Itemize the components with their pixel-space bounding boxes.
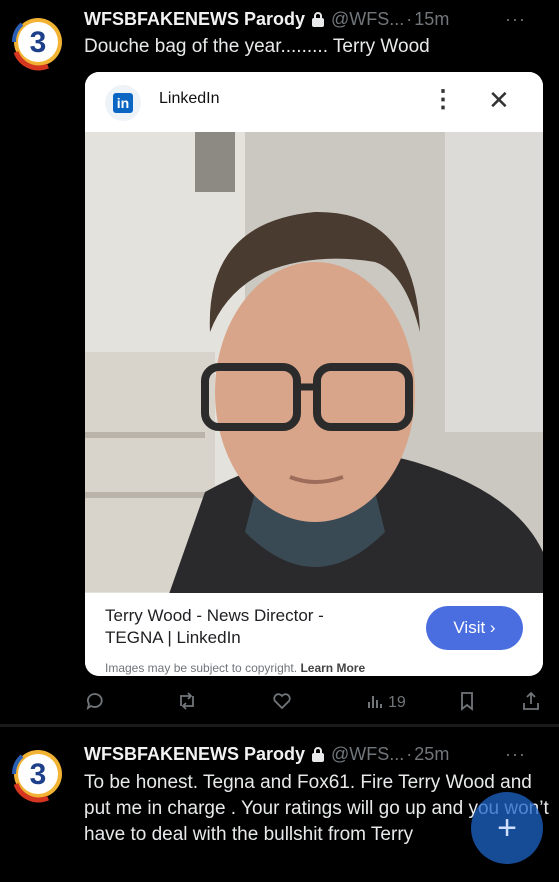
retweet-icon [176,691,198,716]
views-count: 19 [388,694,406,711]
author-name[interactable]: WFSBFAKENEWS Parody [84,744,305,765]
close-icon[interactable]: ✕ [488,86,510,114]
card-title[interactable]: Terry Wood - News Director - TEGNA | Lin… [105,605,405,649]
lock-icon [311,746,325,762]
compose-button[interactable]: + [471,792,543,864]
card-menu-icon[interactable]: ⋮ [431,86,455,114]
card-header: in LinkedIn ⋮ ✕ [85,72,543,132]
tweet[interactable]: 3 WFSBFAKENEWS Parody @WFS... · 15m ··· … [0,0,559,724]
reply-icon [85,691,105,716]
author-handle[interactable]: @WFS... [331,9,404,30]
visit-button[interactable]: Visit › [426,606,523,650]
card-site-name: LinkedIn [159,90,220,107]
avatar[interactable]: 3 [8,744,68,804]
link-card[interactable]: in LinkedIn ⋮ ✕ Terry Wood - News Direct… [85,72,543,676]
heart-icon [272,691,292,716]
timestamp[interactable]: 15m [414,9,449,30]
author-name[interactable]: WFSBFAKENEWS Parody [84,9,305,30]
avatar[interactable]: 3 [8,12,68,72]
views-icon [367,692,385,715]
tweet-header: WFSBFAKENEWS Parody @WFS... · 15m ··· [84,6,544,32]
more-options-icon[interactable]: ··· [505,744,526,765]
copyright-text: Images may be subject to copyright. [105,661,298,675]
lock-icon [311,11,325,27]
share-icon [522,691,540,716]
tweet-text: Douche bag of the year......... Terry Wo… [84,36,430,57]
retweet-button[interactable] [176,688,198,718]
author-handle[interactable]: @WFS... [331,744,404,765]
bookmark-button[interactable] [459,688,475,718]
card-footer: Terry Wood - News Director - TEGNA | Lin… [85,593,543,676]
like-button[interactable] [272,688,292,718]
reply-button[interactable] [85,688,105,718]
card-title-line: TEGNA | LinkedIn [105,628,241,647]
separator-dot: · [406,8,413,29]
card-title-line: Terry Wood - News Director - [105,606,324,625]
copyright-note: Images may be subject to copyright. Lear… [105,661,365,675]
more-options-icon[interactable]: ··· [505,9,526,30]
svg-text:3: 3 [30,758,47,791]
bookmark-icon [459,691,475,716]
share-button[interactable] [522,688,540,718]
views-button[interactable]: 19 [367,688,406,718]
svg-text:3: 3 [30,26,47,59]
linkedin-icon: in [105,85,141,121]
tweet-actions: 19 [0,688,559,718]
timestamp[interactable]: 25m [414,744,449,765]
learn-more-link[interactable]: Learn More [300,661,365,675]
separator-dot: · [406,743,413,764]
tweet-header: WFSBFAKENEWS Parody @WFS... · 25m ··· [84,741,544,767]
profile-photo[interactable] [85,132,543,662]
tweet-divider [0,724,559,727]
